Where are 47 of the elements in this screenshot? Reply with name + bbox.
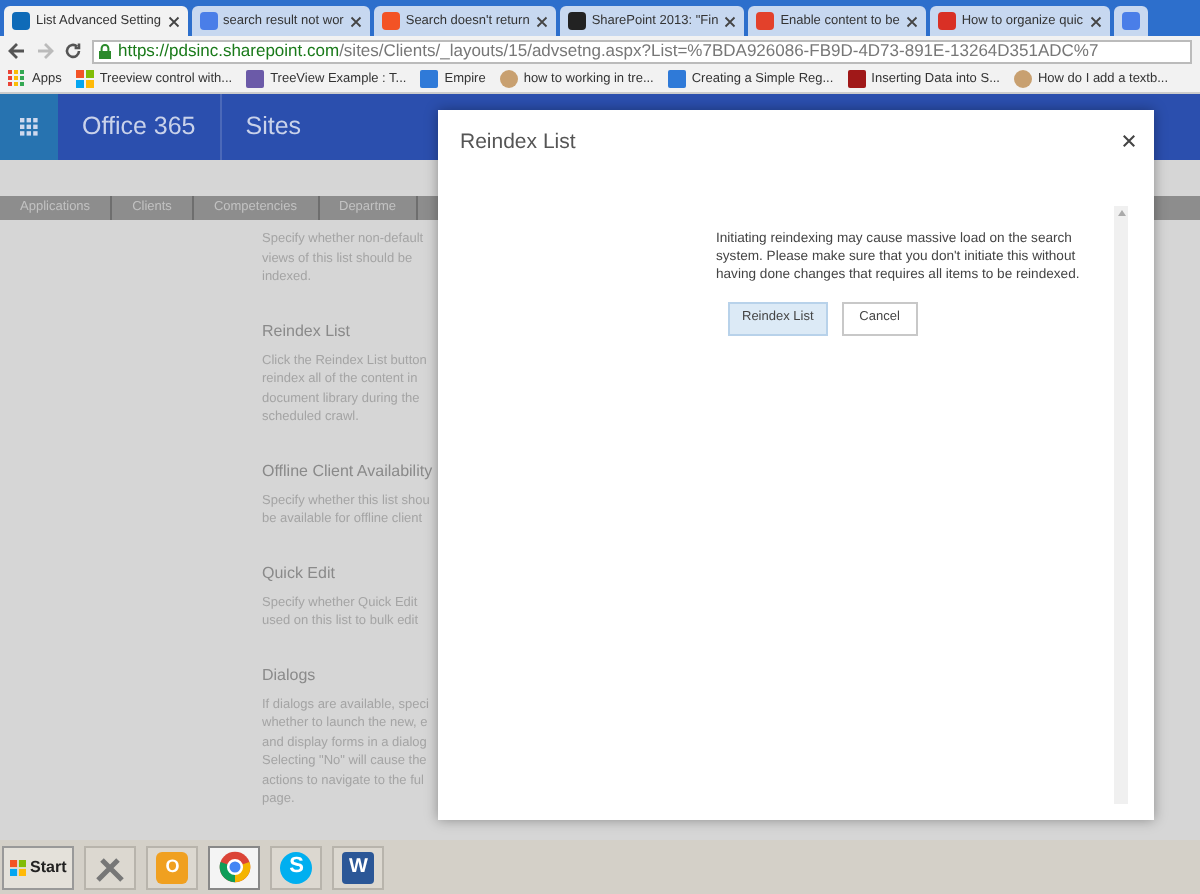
site-icon <box>667 70 686 88</box>
site-icon <box>199 12 218 30</box>
avatar-icon <box>1013 70 1032 88</box>
outlook-icon: O <box>156 851 189 883</box>
taskbar-button[interactable]: W <box>332 845 385 889</box>
section-heading: Dialogs <box>262 663 318 687</box>
avatar-icon <box>499 70 518 88</box>
close-icon[interactable] <box>1089 15 1102 27</box>
section-heading: Quick Edit <box>262 561 337 585</box>
windows-logo-icon <box>75 70 94 88</box>
chrome-icon <box>217 850 252 884</box>
site-icon <box>847 70 866 88</box>
app-title[interactable]: Sites <box>221 94 326 160</box>
site-icon <box>567 12 586 30</box>
site-icon <box>381 12 400 30</box>
site-icon <box>937 12 956 30</box>
site-icon <box>420 70 439 88</box>
skype-icon: S <box>280 851 313 883</box>
section-heading: Offline Client Availability <box>262 459 435 483</box>
close-icon[interactable] <box>1122 134 1136 148</box>
waffle-icon <box>20 118 38 136</box>
url-text: https://pdsinc.sharepoint.com/sites/Clients/_layouts/15/advsetng.aspx?List=%7BDA926086-FB9D-4D73-891E-13264D351ADC%7 <box>118 41 1099 61</box>
reload-icon[interactable] <box>64 42 82 60</box>
windows-logo-icon <box>10 859 26 875</box>
section-heading: Reindex List <box>262 319 353 343</box>
scrollbar[interactable] <box>1114 205 1128 804</box>
close-icon[interactable] <box>349 15 362 27</box>
lock-icon <box>98 43 112 59</box>
back-arrow-icon[interactable] <box>8 42 26 60</box>
word-icon: W <box>342 851 375 883</box>
start-button[interactable]: Start <box>2 845 75 889</box>
taskbar-button[interactable] <box>208 845 261 889</box>
site-icon <box>12 12 30 30</box>
site-icon <box>246 70 265 88</box>
close-icon[interactable] <box>535 15 548 27</box>
close-icon[interactable] <box>905 15 918 27</box>
address-bar[interactable]: https://pdsinc.sharepoint.com/sites/Clients/_layouts/15/advsetng.aspx?List=%7BDA926086-FB9D-4D73-891E-13264D351ADC%7 <box>92 39 1192 63</box>
dialog-title: Reindex List <box>460 128 576 158</box>
taskbar-button[interactable] <box>84 845 137 889</box>
site-icon <box>756 12 775 30</box>
site-icon <box>1121 12 1140 30</box>
close-icon[interactable] <box>167 15 180 27</box>
browser-tab[interactable] <box>1113 6 1148 36</box>
app-launcher-button[interactable] <box>0 94 58 160</box>
apps-grid-icon <box>8 70 26 88</box>
brand-title[interactable]: Office 365 <box>58 94 222 160</box>
close-icon[interactable] <box>724 15 737 27</box>
